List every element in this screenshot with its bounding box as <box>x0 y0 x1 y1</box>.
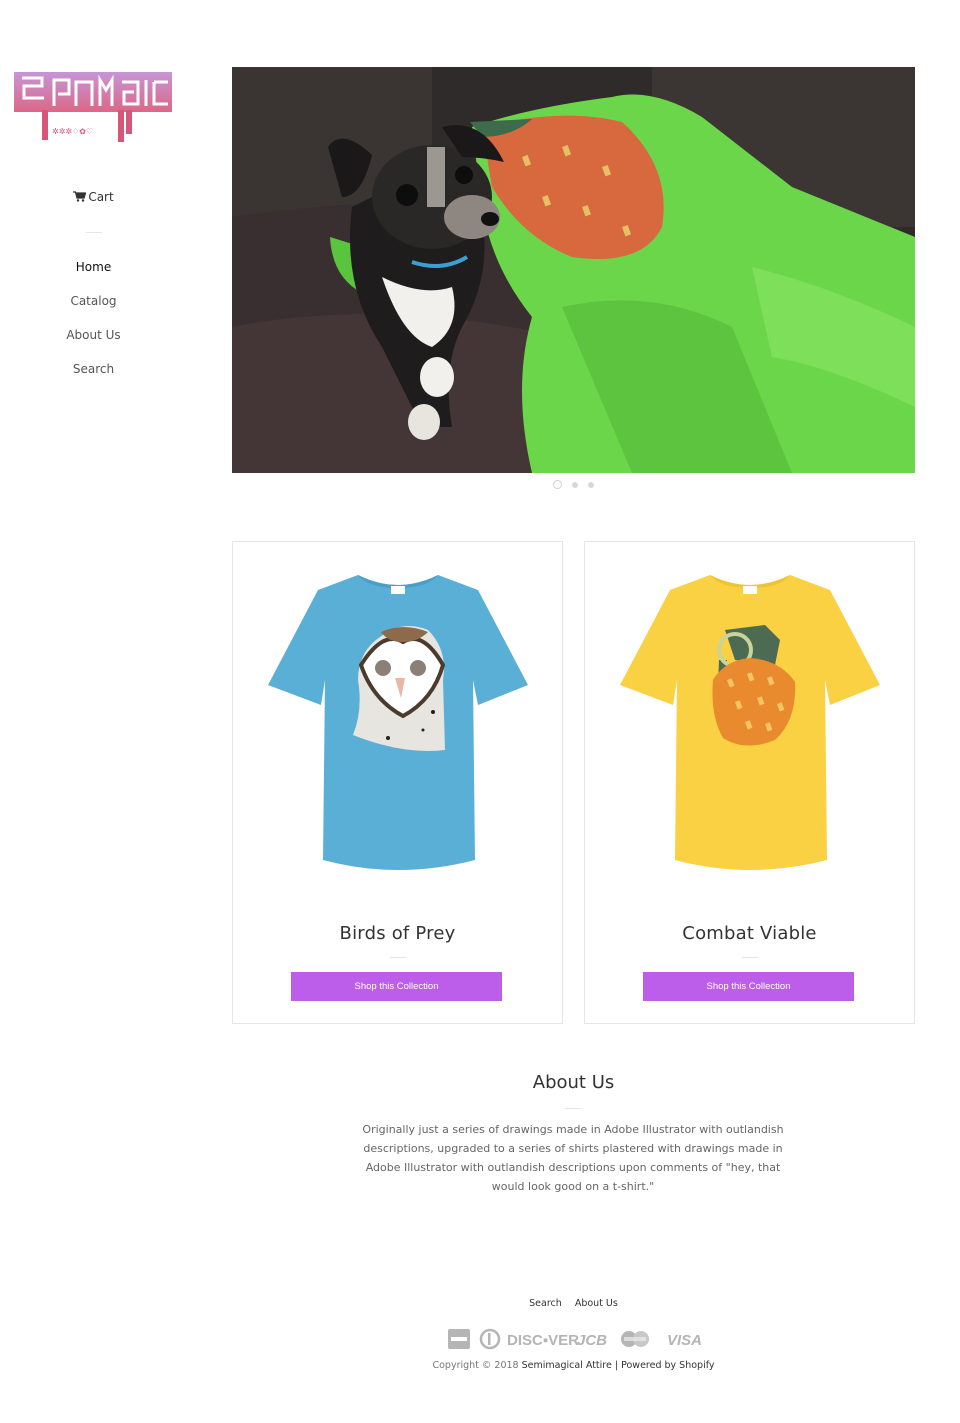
copyright: Copyright © 2018 Semimagical Attire | Po… <box>232 1360 915 1371</box>
cart-label: Cart <box>88 190 114 204</box>
collection-divider <box>742 957 758 958</box>
store-name-link[interactable]: Semimagical Attire <box>522 1360 612 1371</box>
collection-title[interactable]: Birds of Prey <box>233 923 562 944</box>
nav-item-home[interactable]: Home <box>0 259 187 293</box>
collection-image[interactable] <box>263 570 533 875</box>
cart-icon <box>73 191 87 202</box>
nav-item-about-us[interactable]: About Us <box>0 327 187 361</box>
slider-dot-3[interactable] <box>588 481 594 488</box>
footer-link-search[interactable]: Search <box>529 1298 562 1309</box>
svg-text:✲✲✲♢✿♡: ✲✲✲♢✿♡ <box>52 127 93 136</box>
powered-by-link[interactable]: Powered by Shopify <box>621 1360 714 1371</box>
collection-card-birds-of-prey: Birds of Prey Shop this Collection <box>232 541 563 1024</box>
hero-slide-image[interactable] <box>232 67 915 473</box>
slider-dot-2[interactable] <box>572 481 578 488</box>
main-nav: Home Catalog About Us Search <box>0 259 187 395</box>
shop-collection-button[interactable]: Shop this Collection <box>643 972 854 1001</box>
footer-link-about-us[interactable]: About Us <box>575 1298 618 1309</box>
nav-item-search[interactable]: Search <box>0 361 187 395</box>
about-heading: About Us <box>532 1072 615 1093</box>
shop-collection-button[interactable]: Shop this Collection <box>291 972 502 1001</box>
collection-divider <box>390 957 406 958</box>
about-text: Originally just a series of drawings mad… <box>362 1123 784 1193</box>
footer-nav: Search About Us <box>232 1298 915 1309</box>
collection-image[interactable] <box>615 570 885 875</box>
collection-title[interactable]: Combat Viable <box>585 923 914 944</box>
cart-link[interactable]: Cart <box>0 190 187 204</box>
sidebar-divider <box>86 232 102 233</box>
discover-icon: DISC▪VER <box>507 1332 579 1349</box>
about-divider <box>565 1108 581 1109</box>
slider-dot-1[interactable] <box>553 480 562 489</box>
slider-pagination <box>232 480 915 489</box>
site-logo[interactable]: ✲✲✲♢✿♡ <box>14 70 174 144</box>
diners-club-icon <box>479 1328 501 1350</box>
american-express-icon <box>448 1329 470 1349</box>
jcb-icon: JCB <box>577 1332 607 1349</box>
payment-icons: DISC▪VER JCB VISA <box>448 1328 704 1350</box>
visa-icon: VISA <box>667 1332 702 1349</box>
mastercard-icon <box>621 1331 649 1347</box>
copyright-prefix: Copyright © 2018 <box>432 1360 519 1371</box>
nav-item-catalog[interactable]: Catalog <box>0 293 187 327</box>
collection-card-combat-viable: Combat Viable Shop this Collection <box>584 541 915 1024</box>
copyright-separator: | <box>614 1360 619 1371</box>
